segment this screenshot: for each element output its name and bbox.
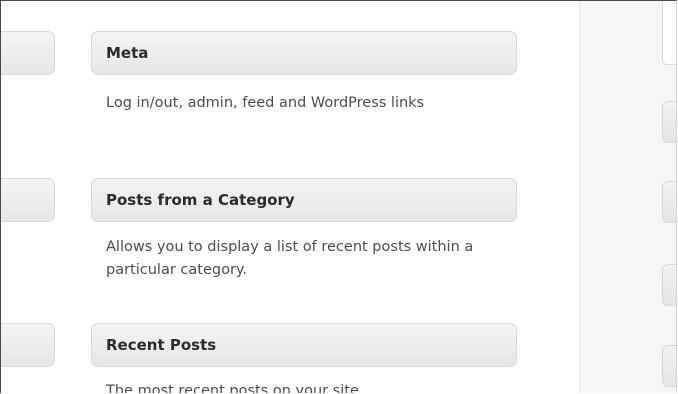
widget-posts-from-category[interactable]: Posts from a Category	[91, 178, 517, 222]
widget-description: Allows you to display a list of recent p…	[106, 239, 474, 278]
widget-meta[interactable]: Meta	[91, 31, 517, 75]
widget-recent-posts[interactable]: Recent Posts	[91, 323, 517, 367]
sidebar-area	[579, 1, 676, 393]
widget-description: Log in/out, admin, feed and WordPress li…	[106, 95, 425, 111]
available-widget-left-2[interactable]	[1, 178, 55, 222]
widget-title: Meta	[106, 44, 149, 62]
available-widget-left-1[interactable]	[1, 31, 55, 75]
widget-title: Posts from a Category	[106, 191, 295, 209]
widget-title: Recent Posts	[106, 336, 217, 354]
sidebar-tab-4[interactable]	[662, 345, 676, 387]
widget-description: The most recent posts on your site	[106, 383, 359, 393]
sidebar-tab-3[interactable]	[662, 264, 676, 306]
widgets-screen: Meta Log in/out, admin, feed and WordPre…	[0, 0, 677, 393]
sidebar-tab-1[interactable]	[662, 101, 676, 143]
available-widget-left-3[interactable]	[1, 323, 55, 367]
sidebar-panel[interactable]	[662, 1, 676, 65]
sidebar-tab-2[interactable]	[662, 181, 676, 223]
